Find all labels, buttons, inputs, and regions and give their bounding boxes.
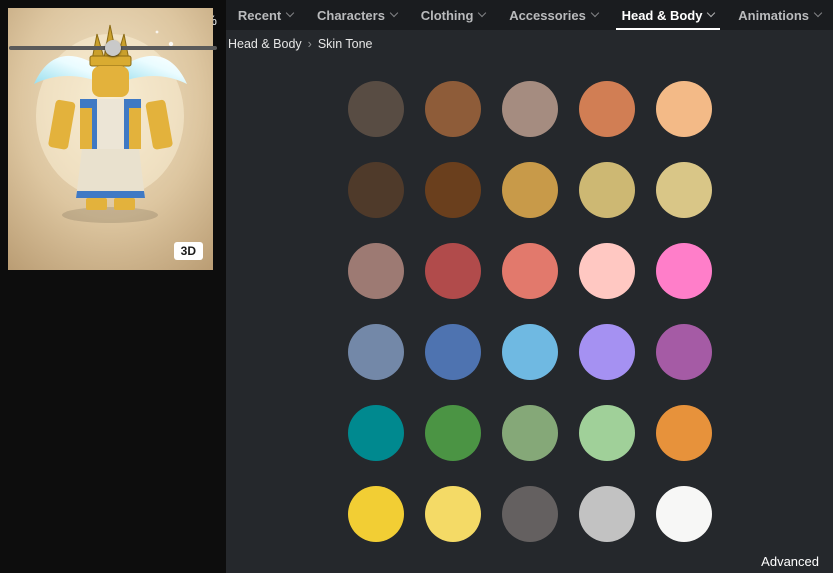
- skin-tone-swatch-10[interactable]: [656, 162, 712, 218]
- tab-label: Accessories: [509, 8, 586, 23]
- skin-tone-swatch-6[interactable]: [348, 162, 404, 218]
- breadcrumb-skin-tone: Skin Tone: [318, 37, 373, 51]
- tab-label: Characters: [317, 8, 385, 23]
- body-type-slider[interactable]: [9, 40, 217, 56]
- skin-tone-swatch-1[interactable]: [348, 81, 404, 137]
- skin-tone-swatch-22[interactable]: [425, 405, 481, 461]
- breadcrumb-separator: ›: [308, 37, 312, 51]
- chevron-down-icon: [390, 9, 398, 17]
- skin-tone-swatch-2[interactable]: [425, 81, 481, 137]
- skin-tone-grid: [348, 81, 712, 542]
- breadcrumb: Head & Body › Skin Tone: [226, 30, 833, 58]
- skin-tone-swatch-19[interactable]: [579, 324, 635, 380]
- body-type-slider-handle[interactable]: [105, 40, 121, 56]
- toggle-3d-button[interactable]: 3D: [174, 242, 203, 260]
- skin-tone-swatch-4[interactable]: [579, 81, 635, 137]
- skin-tone-swatch-27[interactable]: [425, 486, 481, 542]
- skin-tone-swatch-26[interactable]: [348, 486, 404, 542]
- skin-tone-swatch-8[interactable]: [502, 162, 558, 218]
- tab-label: Animations: [738, 8, 809, 23]
- tab-characters[interactable]: Characters: [309, 0, 405, 30]
- chevron-down-icon: [591, 9, 599, 17]
- skin-tone-swatch-23[interactable]: [502, 405, 558, 461]
- skin-tone-swatch-12[interactable]: [425, 243, 481, 299]
- tab-label: Clothing: [421, 8, 474, 23]
- chevron-down-icon: [707, 9, 715, 17]
- chevron-down-icon: [814, 9, 822, 17]
- advanced-link[interactable]: Advanced: [761, 554, 819, 569]
- catalog-panel: Recent Characters Clothing Accessories Head …: [226, 0, 833, 573]
- skin-tone-swatch-16[interactable]: [348, 324, 404, 380]
- tab-head-body[interactable]: Head & Body: [614, 0, 723, 30]
- breadcrumb-head-and-body[interactable]: Head & Body: [228, 37, 302, 51]
- tab-recent[interactable]: Recent: [230, 0, 301, 30]
- skin-tone-swatch-21[interactable]: [348, 405, 404, 461]
- skin-tone-swatch-14[interactable]: [579, 243, 635, 299]
- tab-animations[interactable]: Animations: [730, 0, 829, 30]
- skin-tone-swatch-3[interactable]: [502, 81, 558, 137]
- tab-bar: Recent Characters Clothing Accessories Head …: [226, 0, 833, 30]
- tab-label: Head & Body: [622, 8, 703, 23]
- tab-accessories[interactable]: Accessories: [501, 0, 606, 30]
- skin-tone-swatch-18[interactable]: [502, 324, 558, 380]
- avatar-preview-panel: 3D Body Type 50% Avatar isn't loading co…: [0, 0, 226, 573]
- avatar-editor-window: 3D Body Type 50% Avatar isn't loading co…: [0, 0, 833, 573]
- skin-tone-swatch-7[interactable]: [425, 162, 481, 218]
- skin-tone-swatch-5[interactable]: [656, 81, 712, 137]
- skin-tone-swatch-30[interactable]: [656, 486, 712, 542]
- skin-tone-swatch-28[interactable]: [502, 486, 558, 542]
- skin-tone-swatch-13[interactable]: [502, 243, 558, 299]
- skin-tone-swatch-20[interactable]: [656, 324, 712, 380]
- tab-clothing[interactable]: Clothing: [413, 0, 494, 30]
- skin-tone-swatch-17[interactable]: [425, 324, 481, 380]
- skin-tone-swatch-29[interactable]: [579, 486, 635, 542]
- skin-tone-swatch-9[interactable]: [579, 162, 635, 218]
- tab-label: Recent: [238, 8, 281, 23]
- skin-tone-swatch-15[interactable]: [656, 243, 712, 299]
- skin-tone-swatch-24[interactable]: [579, 405, 635, 461]
- chevron-down-icon: [478, 9, 486, 17]
- skin-tone-swatch-11[interactable]: [348, 243, 404, 299]
- chevron-down-icon: [286, 9, 294, 17]
- skin-tone-swatch-25[interactable]: [656, 405, 712, 461]
